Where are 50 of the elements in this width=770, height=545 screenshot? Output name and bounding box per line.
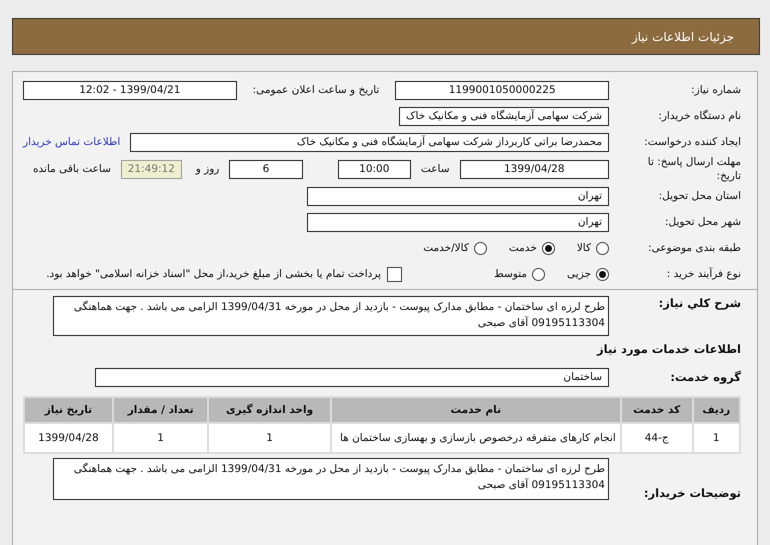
column-header: ردیف xyxy=(694,398,739,422)
field-label: استان محل تحویل: xyxy=(658,190,741,202)
section-title: اطلاعات خدمات مورد نیاز xyxy=(597,342,741,356)
checkbox[interactable] xyxy=(387,266,402,282)
radio-option[interactable]: متوسط xyxy=(494,268,546,280)
description-field: طرح لرزه ای ساختمان - مطابق مدارک پیوست - بازدید از محل در مورخه 1399/04/31 الزامی می باشد . جهت هماهنگی 09195113304 آقای صبحی xyxy=(53,296,609,336)
field-label: روز و xyxy=(196,163,220,175)
field-label: مهلت ارسال پاسخ: تا تاریخ: xyxy=(646,155,741,183)
field-label: طبقه بندی موضوعی: xyxy=(647,242,741,254)
table-cell: 1399/04/28 xyxy=(25,424,112,452)
buyer-notes-field: طرح لرزه ای ساختمان - مطابق مدارک پیوست - بازدید از محل در مورخه 1399/04/31 الزامی می باشد . جهت هماهنگی 09195113304 آقای صبحی xyxy=(53,458,609,500)
column-header: تعداد / مقدار xyxy=(114,398,208,422)
field-label: نوع فرآیند خرید : xyxy=(666,268,741,280)
column-header: نام خدمت xyxy=(332,398,620,422)
table-cell: 1 xyxy=(694,424,739,452)
table-cell: 1 xyxy=(209,424,330,452)
days-field: 6 xyxy=(229,160,303,178)
remaining-time-field: 21:49:12 xyxy=(120,160,182,178)
field-label: ساعت باقی مانده xyxy=(33,163,111,175)
province-field: تهران xyxy=(307,186,609,206)
field-label: گروه خدمت: xyxy=(669,370,741,384)
radio-option[interactable]: کالا/خدمت xyxy=(423,242,487,254)
radio-option[interactable]: خدمت xyxy=(508,242,555,254)
buyer-field: شرکت سهامی آزمایشگاه فنی و مکانیک خاک xyxy=(399,106,609,126)
column-header: واحد اندازه گیری xyxy=(209,398,330,422)
column-header: تاریخ نیاز xyxy=(25,398,112,422)
table-cell: انجام کارهای متفرقه درخصوص بازسازی و بهسازی ساختمان ها xyxy=(332,424,620,452)
city-field: تهران xyxy=(307,212,609,232)
field-label: ایجاد کننده درخواست: xyxy=(643,135,741,149)
table-cell: 1 xyxy=(114,424,208,452)
field-label: نام دستگاه خریدار: xyxy=(657,110,741,122)
requester-field: محمدرضا براتی کاربرداز شرکت سهامی آزمایشگاه فنی و مکانیک خاک xyxy=(130,132,609,152)
table-cell: ج-44 xyxy=(622,424,692,452)
need-number-field: 1199001050000225 xyxy=(395,80,609,100)
field-label: توضیحات خریدار: xyxy=(642,486,741,500)
announce-date-field: 1399/04/21 - 12:02 xyxy=(23,80,237,100)
field-label: ساعت xyxy=(420,163,450,175)
column-header: کد خدمت xyxy=(622,398,692,422)
checkbox-label: پرداخت تمام یا بخشی از مبلغ خرید،از محل "اسناد خزانه اسلامی" خواهد بود. xyxy=(46,268,382,280)
radio-option[interactable]: جزیی xyxy=(567,268,609,280)
field-label: شرح کلي نياز: xyxy=(658,296,741,310)
buyer-contact-link[interactable]: اطلاعات تماس خریدار xyxy=(23,136,120,148)
header-title: جزئیات اطلاعات نیاز xyxy=(632,30,734,44)
field-label: شماره نیاز: xyxy=(690,84,741,96)
field-label: شهر محل تحویل: xyxy=(664,216,741,228)
deadline-date-field: 1399/04/28 xyxy=(460,160,609,178)
deadline-time-field: 10:00 xyxy=(338,160,411,178)
service-group-field: ساختمان xyxy=(95,368,609,386)
radio-option[interactable]: کالا xyxy=(576,242,609,254)
field-label: تاریخ و ساعت اعلان عمومی: xyxy=(252,84,380,96)
